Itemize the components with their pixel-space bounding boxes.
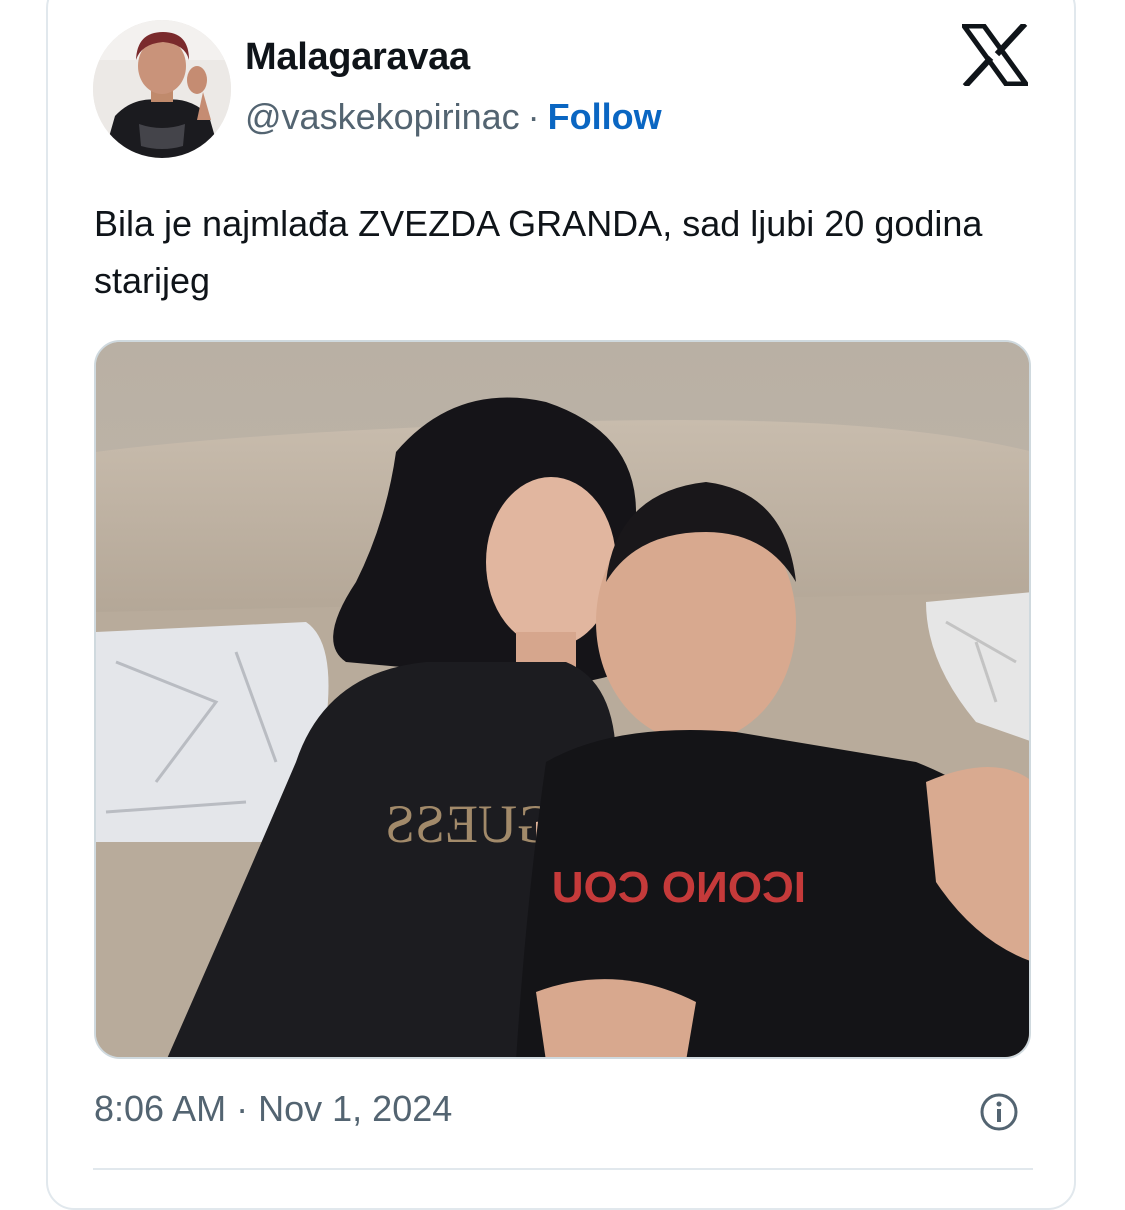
x-logo-icon[interactable]: [962, 24, 1028, 86]
divider: [93, 1168, 1033, 1170]
photo-illustration: GUESS ICONO COU: [96, 342, 1029, 1057]
timestamp-separator: ·: [236, 1088, 249, 1129]
avatar[interactable]: [93, 20, 231, 158]
tweet-media-photo[interactable]: GUESS ICONO COU: [94, 340, 1031, 1059]
handle-separator: ·: [527, 96, 540, 137]
follow-button[interactable]: Follow: [548, 96, 662, 137]
avatar-photo: [93, 20, 231, 158]
tweet-text: Bila je najmlađa ZVEZDA GRANDA, sad ljub…: [94, 203, 983, 301]
author-handle[interactable]: @vaskekopirinac: [245, 96, 520, 137]
tweet-date: Nov 1, 2024: [258, 1088, 453, 1129]
shirt-print-right: ICONO COU: [552, 863, 806, 912]
tweet-timestamp[interactable]: 8:06 AM · Nov 1, 2024: [94, 1088, 452, 1130]
shirt-print-left: GUESS: [385, 794, 556, 854]
handle-row: @vaskekopirinac · Follow: [245, 96, 662, 138]
author-display-name[interactable]: Malagaravaa: [245, 36, 470, 79]
info-icon[interactable]: [979, 1092, 1019, 1132]
tweet-time: 8:06 AM: [94, 1088, 227, 1129]
